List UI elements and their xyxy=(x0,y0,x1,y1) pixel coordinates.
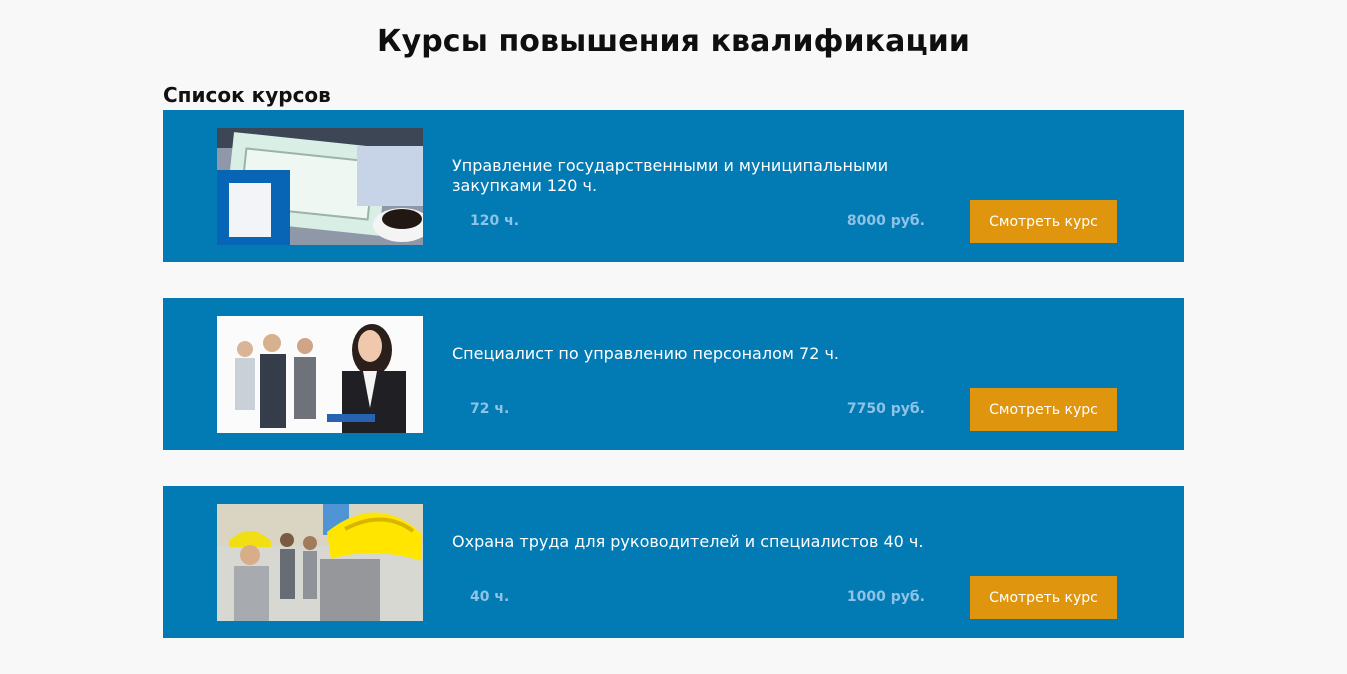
course-hours: 40 ч. xyxy=(470,589,510,605)
course-price: 1000 руб. xyxy=(846,589,925,605)
course-card: Управление государственными и муниципаль… xyxy=(163,110,1184,262)
course-title[interactable]: Охрана труда для руководителей и специал… xyxy=(452,532,932,552)
course-card: Охрана труда для руководителей и специал… xyxy=(163,486,1184,638)
business-people-photo xyxy=(217,316,423,433)
section-title: Список курсов xyxy=(163,82,331,107)
course-hours: 72 ч. xyxy=(470,401,510,417)
course-list: Управление государственными и муниципаль… xyxy=(163,110,1184,674)
course-title[interactable]: Специалист по управлению персоналом 72 ч… xyxy=(452,344,932,364)
documents-photo xyxy=(217,128,423,245)
course-price: 7750 руб. xyxy=(846,401,925,417)
course-image[interactable] xyxy=(217,504,423,621)
view-course-button[interactable]: Смотреть курс xyxy=(970,576,1117,619)
hard-hat-workers-photo xyxy=(217,504,423,621)
course-price: 8000 руб. xyxy=(846,213,925,229)
course-image[interactable] xyxy=(217,316,423,433)
course-image[interactable] xyxy=(217,128,423,245)
page-title: Курсы повышения квалификации xyxy=(376,24,971,60)
course-hours: 120 ч. xyxy=(470,213,520,229)
course-card: Специалист по управлению персоналом 72 ч… xyxy=(163,298,1184,450)
view-course-button[interactable]: Смотреть курс xyxy=(970,388,1117,431)
view-course-button[interactable]: Смотреть курс xyxy=(970,200,1117,243)
course-title[interactable]: Управление государственными и муниципаль… xyxy=(452,156,932,196)
